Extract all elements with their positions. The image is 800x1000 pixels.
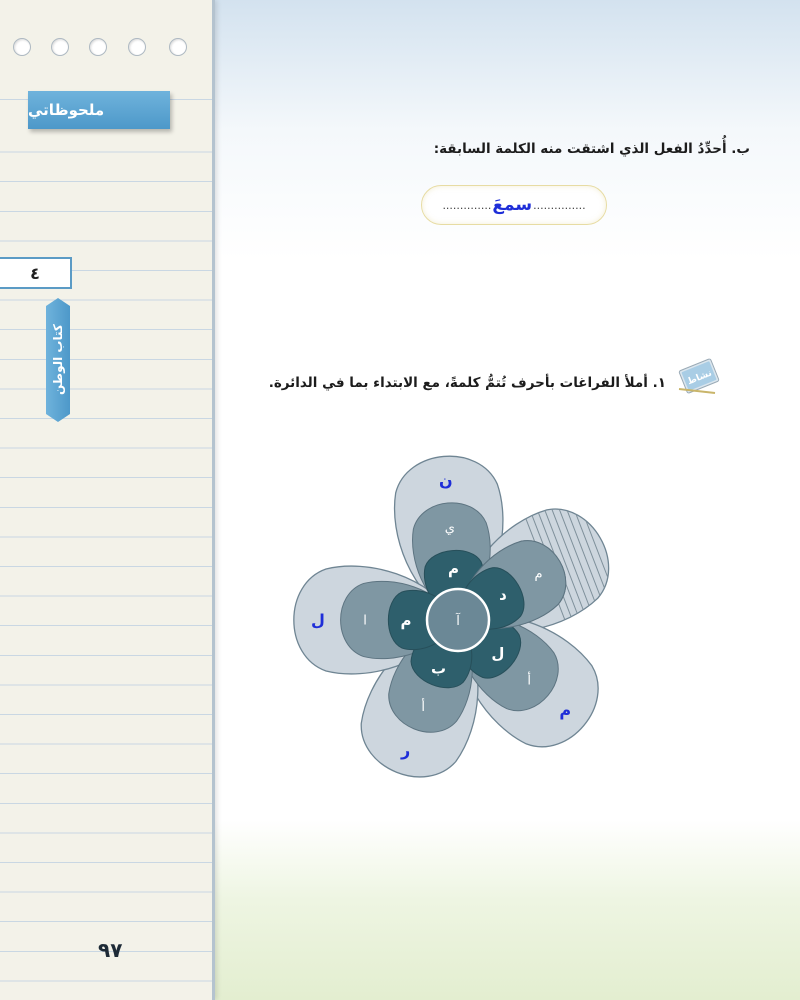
ring-hole-icon — [13, 38, 31, 56]
petal-letter-outer-up: ن — [439, 471, 453, 490]
question-b-text: أُحدِّدُ الفعل الذي اشتقت منه الكلمة الس… — [433, 141, 727, 157]
question-1-number: ١. — [652, 375, 666, 391]
petal-letter-middle-left: ا — [363, 614, 367, 629]
petal-letter-middle-down: أ — [421, 698, 425, 715]
answer-text: سمعَ — [492, 195, 533, 215]
ring-hole-icon — [169, 38, 187, 56]
petal-letter-inner-left: م — [401, 611, 412, 629]
page-number: ٩٧ — [98, 938, 123, 962]
answer-field[interactable]: ............... سمعَ .............. — [421, 185, 607, 225]
question-b-label: ب. — [731, 141, 750, 157]
unit-title: كتاب الوطن — [51, 324, 65, 396]
answer-dots-before: ............... — [533, 198, 586, 212]
question-1: ١. أملأ الفراغات بأحرف تُتمُّ كلمةً، مع … — [269, 375, 666, 391]
petal-letter-middle-lower-right: أ — [527, 671, 531, 688]
notes-title: ملحوظاتي — [28, 91, 170, 129]
notes-sidebar: ملحوظاتي ٤ كتاب الوطن ٩٧ — [0, 0, 215, 1000]
petal-letter-outer-lower-right: م — [559, 701, 571, 720]
petal-letter-outer-down: ر — [400, 740, 410, 759]
ring-hole-icon — [128, 38, 146, 56]
petal-letter-inner-upper-right: د — [499, 585, 507, 603]
petal-letter-middle-upper-right: م — [535, 567, 543, 582]
question-1-text: أملأ الفراغات بأحرف تُتمُّ كلمةً، مع الا… — [268, 375, 648, 391]
petal-letter-inner-lower-right: ل — [491, 645, 504, 663]
answer-dots-after: .............. — [442, 198, 492, 212]
petal-letter-inner-up: م — [448, 559, 459, 577]
ring-hole-icon — [51, 38, 69, 56]
petal-letter-outer-left: ل — [311, 611, 325, 630]
petal-letter-middle-up: ي — [445, 521, 455, 536]
notebook-write-icon: نشاط — [678, 358, 720, 394]
word-flower-diagram: آ ميندملأمبأرمال — [293, 455, 620, 778]
question-b: ب. أُحدِّدُ الفعل الذي اشتقت منه الكلمة … — [434, 141, 750, 157]
unit-number: ٤ — [0, 257, 72, 289]
ring-hole-icon — [89, 38, 107, 56]
petal-letter-inner-down: ب — [431, 659, 446, 677]
